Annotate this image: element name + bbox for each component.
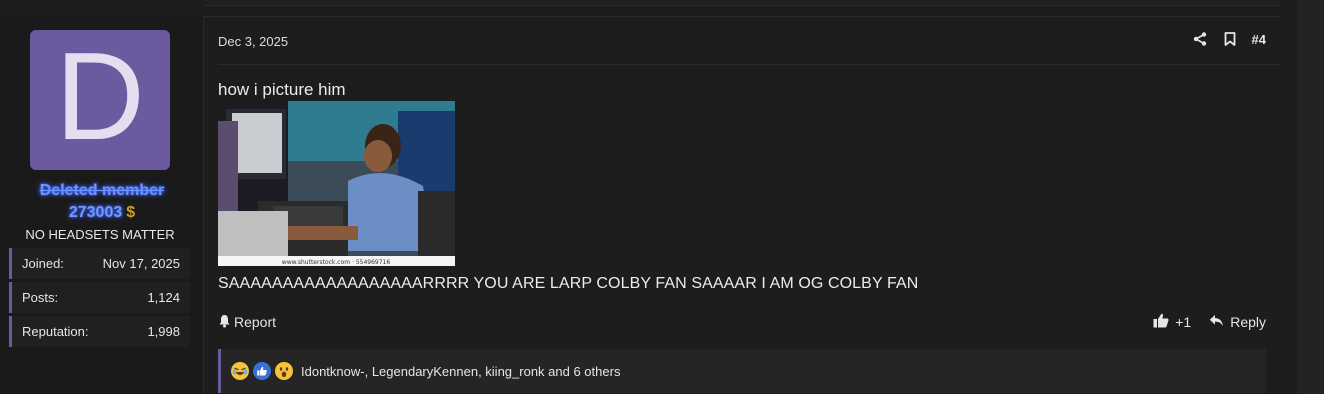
extra-label: Reputation:: [22, 324, 89, 339]
message-main: Dec 3, 2025 #4 how i picture him www.shu…: [204, 16, 1280, 394]
username-id[interactable]: 273003: [69, 202, 122, 224]
extra-label: Posts:: [22, 290, 59, 305]
bell-icon: [218, 314, 231, 331]
like-reaction-icon: [253, 362, 271, 380]
post-text-line: SAAAAAAAAAAAAAAAAAARRRR YOU ARE LARP COL…: [218, 275, 919, 292]
post-image[interactable]: www.shutterstock.com · 554969716: [218, 101, 455, 266]
previous-post-edge: [204, 0, 1280, 6]
share-icon[interactable]: [1192, 31, 1208, 47]
image-caption: www.shutterstock.com · 554969716: [282, 259, 391, 266]
extra-value: 1,998: [147, 324, 180, 339]
laugh-reaction-icon: [231, 362, 249, 380]
wow-reaction-icon: [275, 362, 293, 380]
like-count: +1: [1175, 314, 1192, 330]
reply-button[interactable]: Reply: [1209, 314, 1266, 330]
user-extra-reputation: Reputation: 1,998: [9, 316, 190, 347]
post-date[interactable]: Dec 3, 2025: [218, 34, 288, 49]
extra-value: Nov 17, 2025: [102, 256, 180, 271]
user-title: NO HEADSETS MATTER: [25, 227, 175, 242]
post-text-line: how i picture him: [218, 80, 346, 99]
reply-icon: [1209, 314, 1224, 330]
avatar[interactable]: D: [30, 30, 170, 170]
username-name[interactable]: Deleted member: [40, 182, 165, 199]
report-button[interactable]: Report: [218, 314, 276, 331]
post-number[interactable]: #4: [1252, 32, 1266, 47]
scroll-gutter: [1297, 0, 1324, 394]
avatar-letter: D: [55, 28, 145, 166]
report-label: Report: [234, 314, 277, 330]
extra-label: Joined:: [22, 256, 64, 271]
dollar-icon: $: [126, 204, 136, 221]
user-extra-posts: Posts: 1,124: [9, 282, 190, 313]
thumbs-up-icon: [1153, 313, 1169, 331]
username[interactable]: Deleted member 273003 $: [0, 180, 204, 224]
user-extra-joined: Joined: Nov 17, 2025: [9, 248, 190, 279]
bookmark-icon[interactable]: [1222, 31, 1238, 47]
header-divider: [218, 64, 1280, 65]
message-user-panel: D Deleted member 273003 $ NO HEADSETS MAT…: [0, 16, 204, 394]
post-header-actions: #4: [1192, 31, 1266, 47]
extra-value: 1,124: [147, 290, 180, 305]
reply-label: Reply: [1230, 314, 1266, 330]
post-body: how i picture him www.shutterstock.com ·…: [218, 80, 1258, 294]
reaction-names[interactable]: Idontknow-, LegendaryKennen, kiing_ronk …: [301, 364, 620, 379]
post-actions: Report +1 Reply: [218, 311, 1266, 333]
post-right-actions: +1 Reply: [1153, 313, 1266, 331]
like-button[interactable]: +1: [1153, 313, 1191, 331]
reactions-bar[interactable]: Idontknow-, LegendaryKennen, kiing_ronk …: [218, 349, 1266, 393]
